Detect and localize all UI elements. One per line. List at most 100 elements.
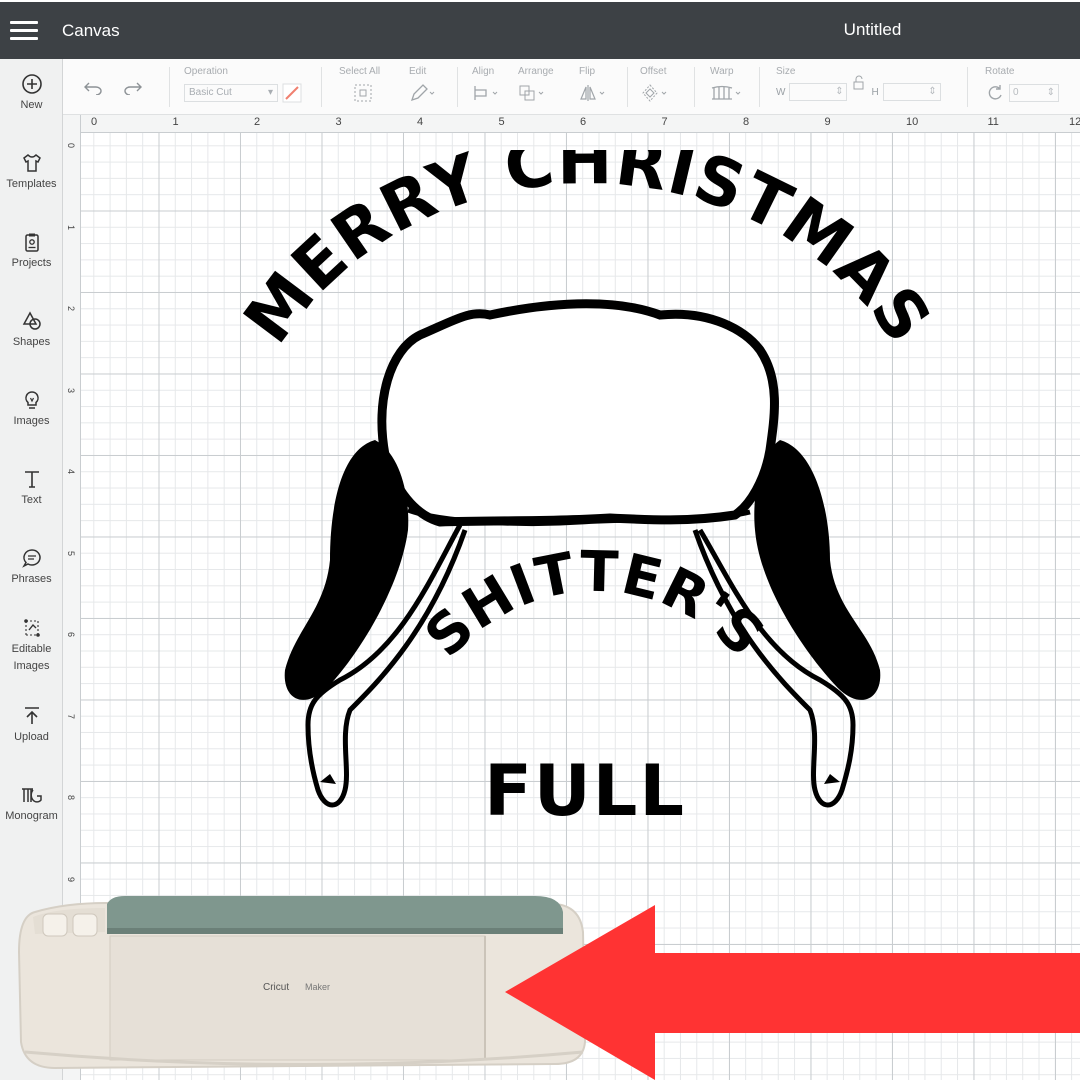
ruler-number: 8	[743, 116, 750, 128]
ruler-number: 9	[824, 116, 831, 128]
pencil-icon	[410, 84, 435, 102]
sidebar-item-shapes[interactable]: Shapes	[0, 308, 63, 350]
ruler-number: 10	[906, 116, 919, 128]
upload-icon	[0, 703, 63, 729]
select-all-group[interactable]: Select All	[339, 66, 380, 103]
text-icon	[0, 466, 63, 492]
red-arrow-icon	[505, 905, 1080, 1080]
shirt-icon	[0, 150, 63, 176]
operation-select[interactable]: Basic Cut ▾	[184, 84, 278, 102]
speech-bubble-icon	[0, 545, 63, 571]
flip-group[interactable]: Flip	[579, 66, 609, 103]
select-all-icon	[354, 84, 372, 102]
warp-icon	[711, 85, 741, 100]
sidebar-item-upload[interactable]: Upload	[0, 703, 63, 745]
clipboard-icon	[0, 229, 63, 255]
plus-circle-icon	[0, 71, 63, 97]
flip-icon	[580, 85, 605, 101]
top-bar: Canvas	[0, 0, 1080, 59]
operation-group: Operation Basic Cut ▾	[184, 66, 302, 103]
horizontal-ruler: 0 1 2 3 4 5 6 7 8 9 10 11 12	[63, 115, 1080, 133]
right-strap-tip	[824, 774, 840, 784]
machine-model: Maker	[305, 982, 330, 992]
ruler-number: 4	[66, 469, 76, 475]
redo-icon	[124, 82, 142, 96]
ruler-number: 3	[66, 387, 76, 393]
left-earflap	[284, 440, 409, 700]
sidebar-item-label: Templates	[6, 178, 57, 190]
ruler-number: 6	[580, 116, 587, 128]
ruler-number: 12	[1069, 116, 1080, 128]
sidebar-item-label: Text	[21, 494, 42, 506]
edit-group[interactable]: Edit	[409, 66, 435, 103]
undo-button[interactable]	[83, 81, 103, 100]
sidebar-item-editable-images[interactable]: Editable Images	[0, 615, 63, 675]
color-swatch-icon[interactable]	[282, 83, 302, 103]
sidebar-item-label: New	[20, 99, 43, 111]
ruler-number: 5	[498, 116, 505, 128]
right-earflap	[754, 440, 881, 700]
sidebar-item-new[interactable]: New	[0, 71, 63, 113]
editable-image-icon	[0, 615, 63, 641]
ruler-number: 7	[66, 713, 76, 719]
height-input[interactable]: ⇕	[882, 83, 941, 101]
sidebar-item-label: Shapes	[12, 336, 51, 348]
operation-label: Operation	[184, 66, 228, 77]
offset-group[interactable]: Offset	[640, 66, 670, 103]
design-artwork[interactable]: MERRY CHRISTMAS SHITTER'S FULL	[190, 150, 970, 850]
offset-label: Offset	[640, 66, 667, 77]
align-group[interactable]: Align	[472, 66, 502, 103]
ruler-number: 0	[91, 116, 98, 128]
menu-icon[interactable]	[10, 21, 38, 40]
warp-group[interactable]: Warp	[710, 66, 744, 103]
ruler-number: 7	[661, 116, 668, 128]
warp-label: Warp	[710, 66, 734, 77]
sidebar-item-label: Upload	[14, 731, 49, 743]
rotate-group: Rotate 0 ⇕	[985, 66, 1059, 103]
ruler-number: 5	[66, 550, 76, 556]
flip-label: Flip	[579, 66, 596, 77]
arrange-group[interactable]: Arrange	[518, 66, 554, 103]
sidebar-item-monogram[interactable]: Monogram	[0, 782, 63, 824]
ruler-number: 9	[66, 876, 76, 882]
height-prefix: H	[871, 86, 879, 98]
sidebar-item-label: Images	[13, 415, 50, 427]
shapes-icon	[0, 308, 63, 334]
undo-icon	[84, 82, 102, 96]
sidebar-item-projects[interactable]: Projects	[0, 229, 63, 271]
ruler-number: 6	[66, 632, 76, 638]
sidebar-item-text[interactable]: Text	[0, 466, 63, 508]
sidebar-item-templates[interactable]: Templates	[0, 150, 63, 192]
sidebar-item-label: Phrases	[11, 573, 52, 585]
arrange-icon	[519, 85, 544, 101]
stepper-icon: ⇕	[835, 86, 844, 97]
sidebar-item-phrases[interactable]: Phrases	[0, 545, 63, 587]
ruler-number: 1	[66, 224, 76, 230]
rotate-value: 0	[1013, 87, 1019, 98]
ruler-number: 1	[172, 116, 179, 128]
rotate-input[interactable]: 0 ⇕	[1009, 84, 1059, 102]
sidebar-item-images[interactable]: Images	[0, 387, 63, 429]
rotate-label: Rotate	[985, 66, 1015, 77]
lightbulb-icon	[0, 387, 63, 413]
width-input[interactable]: ⇕	[789, 83, 848, 101]
ruler-number: 2	[254, 116, 261, 128]
stepper-icon: ⇕	[928, 86, 937, 97]
ruler-number: 4	[417, 116, 424, 128]
width-prefix: W	[776, 86, 786, 98]
ruler-number: 11	[987, 116, 999, 128]
rotate-icon	[988, 85, 1002, 100]
operation-value: Basic Cut	[189, 87, 232, 98]
ruler-number: 0	[66, 143, 76, 149]
redo-button[interactable]	[123, 81, 143, 100]
select-all-label: Select All	[339, 66, 381, 77]
ruler-number: 3	[335, 116, 342, 128]
left-strap-tip	[320, 774, 336, 784]
sidebar-item-label: Editable Images	[11, 643, 52, 672]
size-group: Size W ⇕ H ⇕	[776, 66, 941, 101]
chevron-down-icon: ▾	[267, 87, 273, 98]
phrase-shitters: SHITTER'S	[413, 539, 777, 669]
offset-icon	[642, 84, 667, 102]
lock-icon[interactable]	[851, 75, 867, 91]
edit-toolbar: Operation Basic Cut ▾ Select All Edit Al…	[63, 59, 1080, 115]
